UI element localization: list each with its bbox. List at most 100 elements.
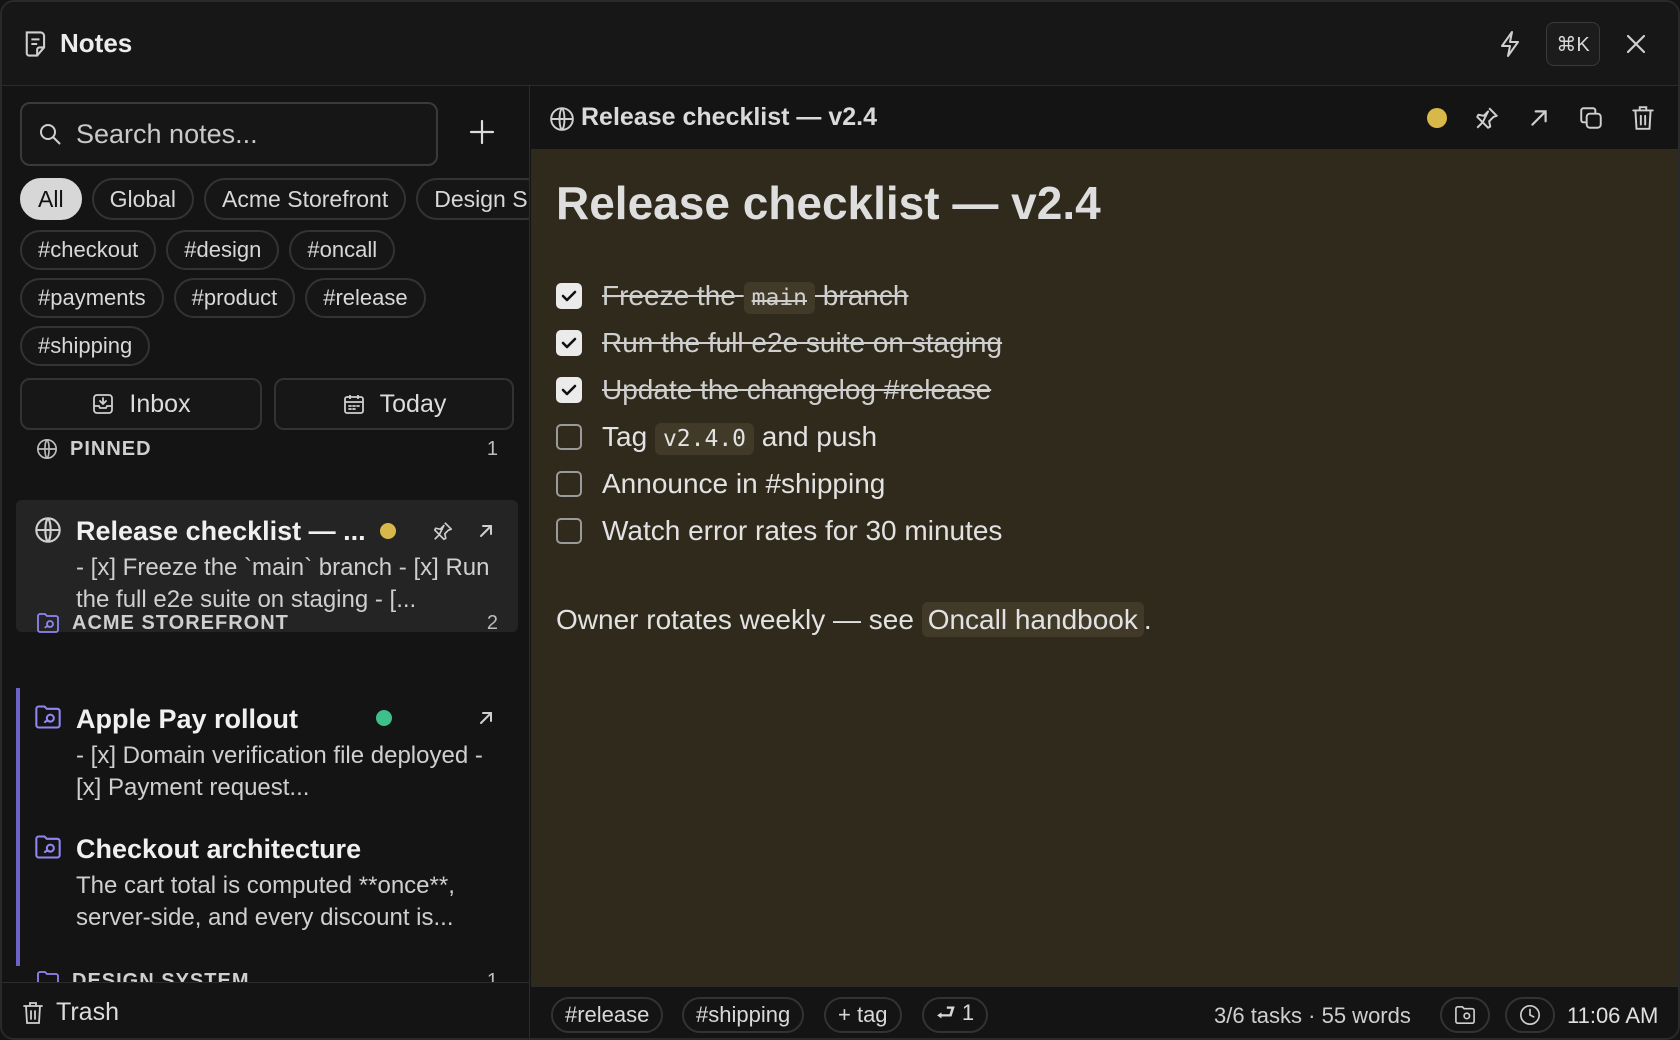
today-button[interactable]: Today (274, 378, 514, 430)
note-snippet: The cart total is computed **once**, ser… (76, 872, 455, 931)
filter-all[interactable]: All (20, 178, 82, 220)
status-dot-yellow (1427, 108, 1447, 128)
note-title: Checkout architecture (76, 833, 362, 864)
notes-icon (25, 31, 46, 57)
task-text: Run the full e2e suite on staging (602, 326, 1003, 358)
inbox-label: Inbox (129, 389, 191, 418)
note-title: Release checklist — ... (76, 515, 366, 546)
tag-oncall[interactable]: #oncall (289, 230, 396, 270)
pin-icon[interactable] (432, 520, 454, 542)
paragraph-text: . (1143, 604, 1152, 635)
task-text: and push (754, 420, 878, 452)
section-pinned-label: PINNED (70, 437, 152, 460)
filter-global[interactable]: Global (91, 178, 195, 220)
search-box[interactable] (20, 102, 438, 166)
filter-design-system[interactable]: Design S (416, 178, 529, 220)
task-checkbox-unchecked[interactable] (556, 470, 582, 497)
tag-product[interactable]: #product (173, 278, 296, 318)
pin-button[interactable] (1469, 100, 1505, 136)
oncall-handbook-link[interactable]: Oncall handbook (921, 602, 1144, 637)
task-text: Tag (602, 420, 655, 452)
task-text: Update the changelog #release (602, 373, 992, 405)
pin-icon (1476, 107, 1498, 129)
task-text: Announce in #shipping (602, 467, 886, 499)
open-external-icon[interactable] (476, 708, 496, 728)
backlinks-button[interactable]: ⮐ 1 (922, 997, 989, 1033)
inbox-button[interactable]: Inbox (20, 378, 262, 430)
globe-icon (37, 439, 57, 459)
duplicate-button[interactable] (1573, 100, 1609, 136)
trash-button[interactable]: Trash (2, 982, 529, 1038)
check-icon (561, 290, 577, 301)
task-item: Update the changelog #release (556, 366, 1002, 413)
task-checkbox-checked[interactable] (556, 282, 582, 309)
clock-icon (1520, 1005, 1540, 1025)
last-edited-time: 11:06 AM (1567, 1003, 1659, 1028)
color-dot-button[interactable] (1419, 100, 1455, 136)
section-acme-count: 2 (486, 611, 498, 634)
section-acme-label: ACME STOREFRONT (72, 611, 289, 634)
project-filters: All Global Acme Storefront Design S (20, 178, 529, 220)
task-text: Freeze the (602, 279, 744, 311)
task-checkbox-checked[interactable] (556, 329, 582, 356)
footer-tag-release[interactable]: #release (551, 997, 664, 1033)
tag-release[interactable]: #release (305, 278, 426, 318)
quick-capture-button[interactable] (1492, 22, 1528, 66)
tag-payments[interactable]: #payments (20, 278, 164, 318)
task-checkbox-unchecked[interactable] (556, 423, 582, 450)
delete-button[interactable] (1625, 100, 1661, 136)
status-dot-green (376, 710, 392, 726)
globe-icon (35, 517, 61, 543)
close-icon (1626, 34, 1646, 54)
app-title: Notes (60, 28, 133, 58)
project-folder-icon (1455, 1006, 1475, 1024)
status-dot-yellow (379, 523, 396, 539)
check-icon (561, 337, 577, 348)
sidebar: All Global Acme Storefront Design S #che… (2, 86, 530, 1038)
task-list: Freeze the main branch Run the full e2e … (556, 272, 1002, 554)
editor-header: Release checklist — v2.4 (531, 86, 1678, 150)
filter-acme-storefront[interactable]: Acme Storefront (204, 178, 407, 220)
owner-paragraph: Owner rotates weekly — see Oncall handbo… (556, 602, 1152, 637)
section-pinned-count: 1 (486, 437, 498, 460)
inbox-icon (93, 394, 114, 414)
paragraph-text: Owner rotates weekly — see (556, 604, 922, 635)
open-external-icon[interactable] (476, 521, 496, 541)
task-item: Freeze the main branch (556, 272, 1002, 319)
today-label: Today (379, 389, 447, 418)
note-item-checkout-architecture[interactable]: Checkout architecture The cart total is … (16, 818, 518, 958)
history-button[interactable] (1505, 997, 1555, 1033)
tag-list: #checkout #design #oncall #payments #pro… (20, 230, 500, 366)
globe-icon (550, 107, 574, 131)
section-pinned[interactable]: PINNED 1 (36, 436, 498, 462)
search-icon (40, 124, 61, 145)
task-item: Announce in #shipping (556, 460, 1002, 507)
new-note-button[interactable] (462, 112, 502, 152)
note-editor: Release checklist — v2.4 Release checkli… (531, 86, 1678, 1038)
notes-window: Notes ⌘K All Global Acme Storefront Desi… (0, 0, 1680, 1040)
check-icon (561, 384, 577, 395)
footer-tag-shipping[interactable]: #shipping (682, 997, 805, 1033)
project-folder-icon (35, 835, 61, 859)
task-item: Run the full e2e suite on staging (556, 319, 1002, 366)
task-text: branch (815, 279, 909, 311)
open-external-button[interactable] (1521, 100, 1557, 136)
tag-design[interactable]: #design (166, 230, 280, 270)
tag-checkout[interactable]: #checkout (20, 230, 157, 270)
task-checkbox-checked[interactable] (556, 376, 582, 403)
move-to-project-button[interactable] (1440, 997, 1490, 1033)
note-item-apple-pay-rollout[interactable]: Apple Pay rollout - [x] Domain verificat… (16, 688, 518, 808)
command-palette-button[interactable]: ⌘K (1546, 22, 1600, 66)
tag-shipping[interactable]: #shipping (20, 326, 151, 366)
close-button[interactable] (1618, 22, 1654, 66)
add-tag-button[interactable]: + tag (824, 997, 902, 1033)
task-checkbox-unchecked[interactable] (556, 517, 582, 544)
search-input[interactable] (76, 118, 396, 150)
section-acme-storefront[interactable]: ACME STOREFRONT 2 (36, 610, 498, 636)
inline-code: v2.4.0 (654, 422, 755, 455)
trash-icon (23, 1001, 43, 1024)
lightning-icon (1501, 31, 1519, 57)
calendar-icon (343, 395, 364, 414)
task-item: Watch error rates for 30 minutes (556, 507, 1002, 554)
note-title-heading[interactable]: Release checklist — v2.4 (556, 176, 1101, 230)
